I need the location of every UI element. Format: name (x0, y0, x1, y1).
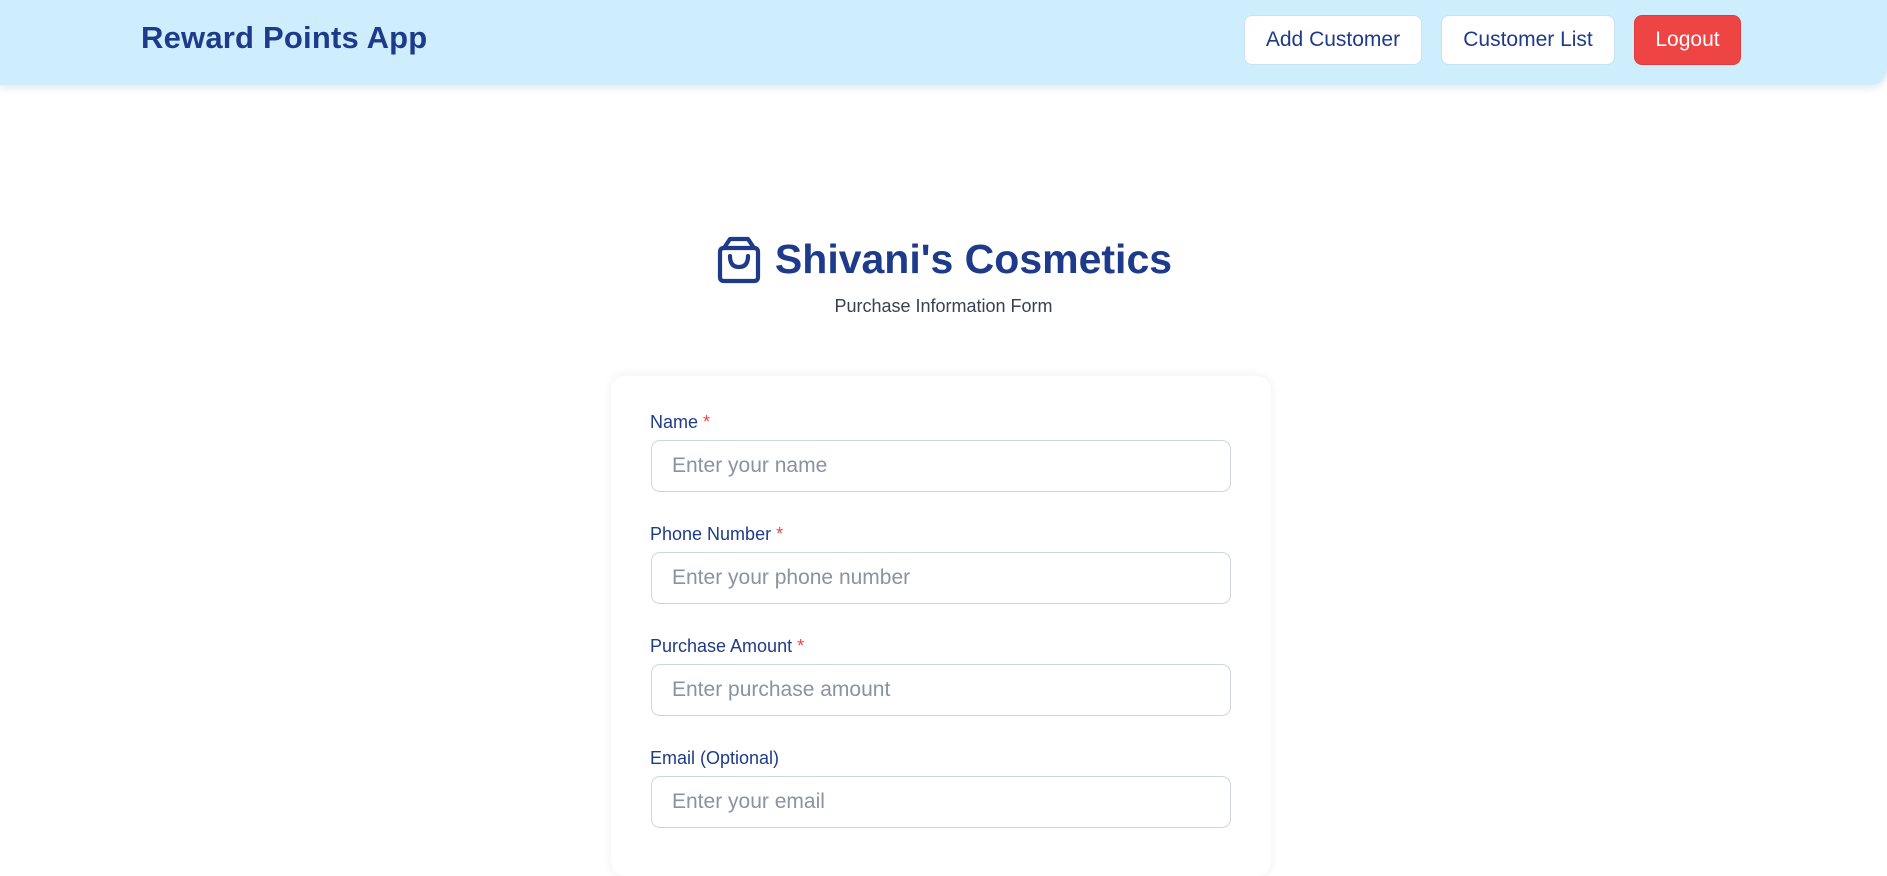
name-label: Name * (650, 412, 710, 433)
name-input[interactable] (651, 440, 1231, 492)
email-label: Email (Optional) (650, 748, 779, 769)
customer-list-button[interactable]: Customer List (1441, 15, 1615, 65)
add-customer-button[interactable]: Add Customer (1244, 15, 1422, 65)
shopping-bag-icon (715, 234, 763, 284)
required-marker: * (776, 524, 784, 544)
phone-input[interactable] (651, 552, 1231, 604)
email-input[interactable] (651, 776, 1231, 828)
email-label-text: Email (Optional) (650, 748, 780, 768)
page-title: Shivani's Cosmetics (774, 235, 1173, 282)
top-navigation-bar: Reward Points App Add Customer Customer … (0, 0, 1887, 85)
phone-label: Phone Number * (650, 524, 783, 545)
logout-button[interactable]: Logout (1634, 15, 1741, 65)
page-subtitle: Purchase Information Form (834, 296, 1053, 316)
phone-label-text: Phone Number (650, 524, 772, 544)
required-marker: * (797, 636, 805, 656)
required-marker: * (703, 412, 711, 432)
store-heading: Shivani's Cosmetics (0, 234, 1887, 284)
app-brand: Reward Points App (141, 20, 428, 55)
purchase-amount-label: Purchase Amount * (650, 636, 804, 657)
name-label-text: Name (650, 412, 699, 432)
purchase-amount-input[interactable] (651, 664, 1231, 716)
purchase-amount-label-text: Purchase Amount (650, 636, 793, 656)
